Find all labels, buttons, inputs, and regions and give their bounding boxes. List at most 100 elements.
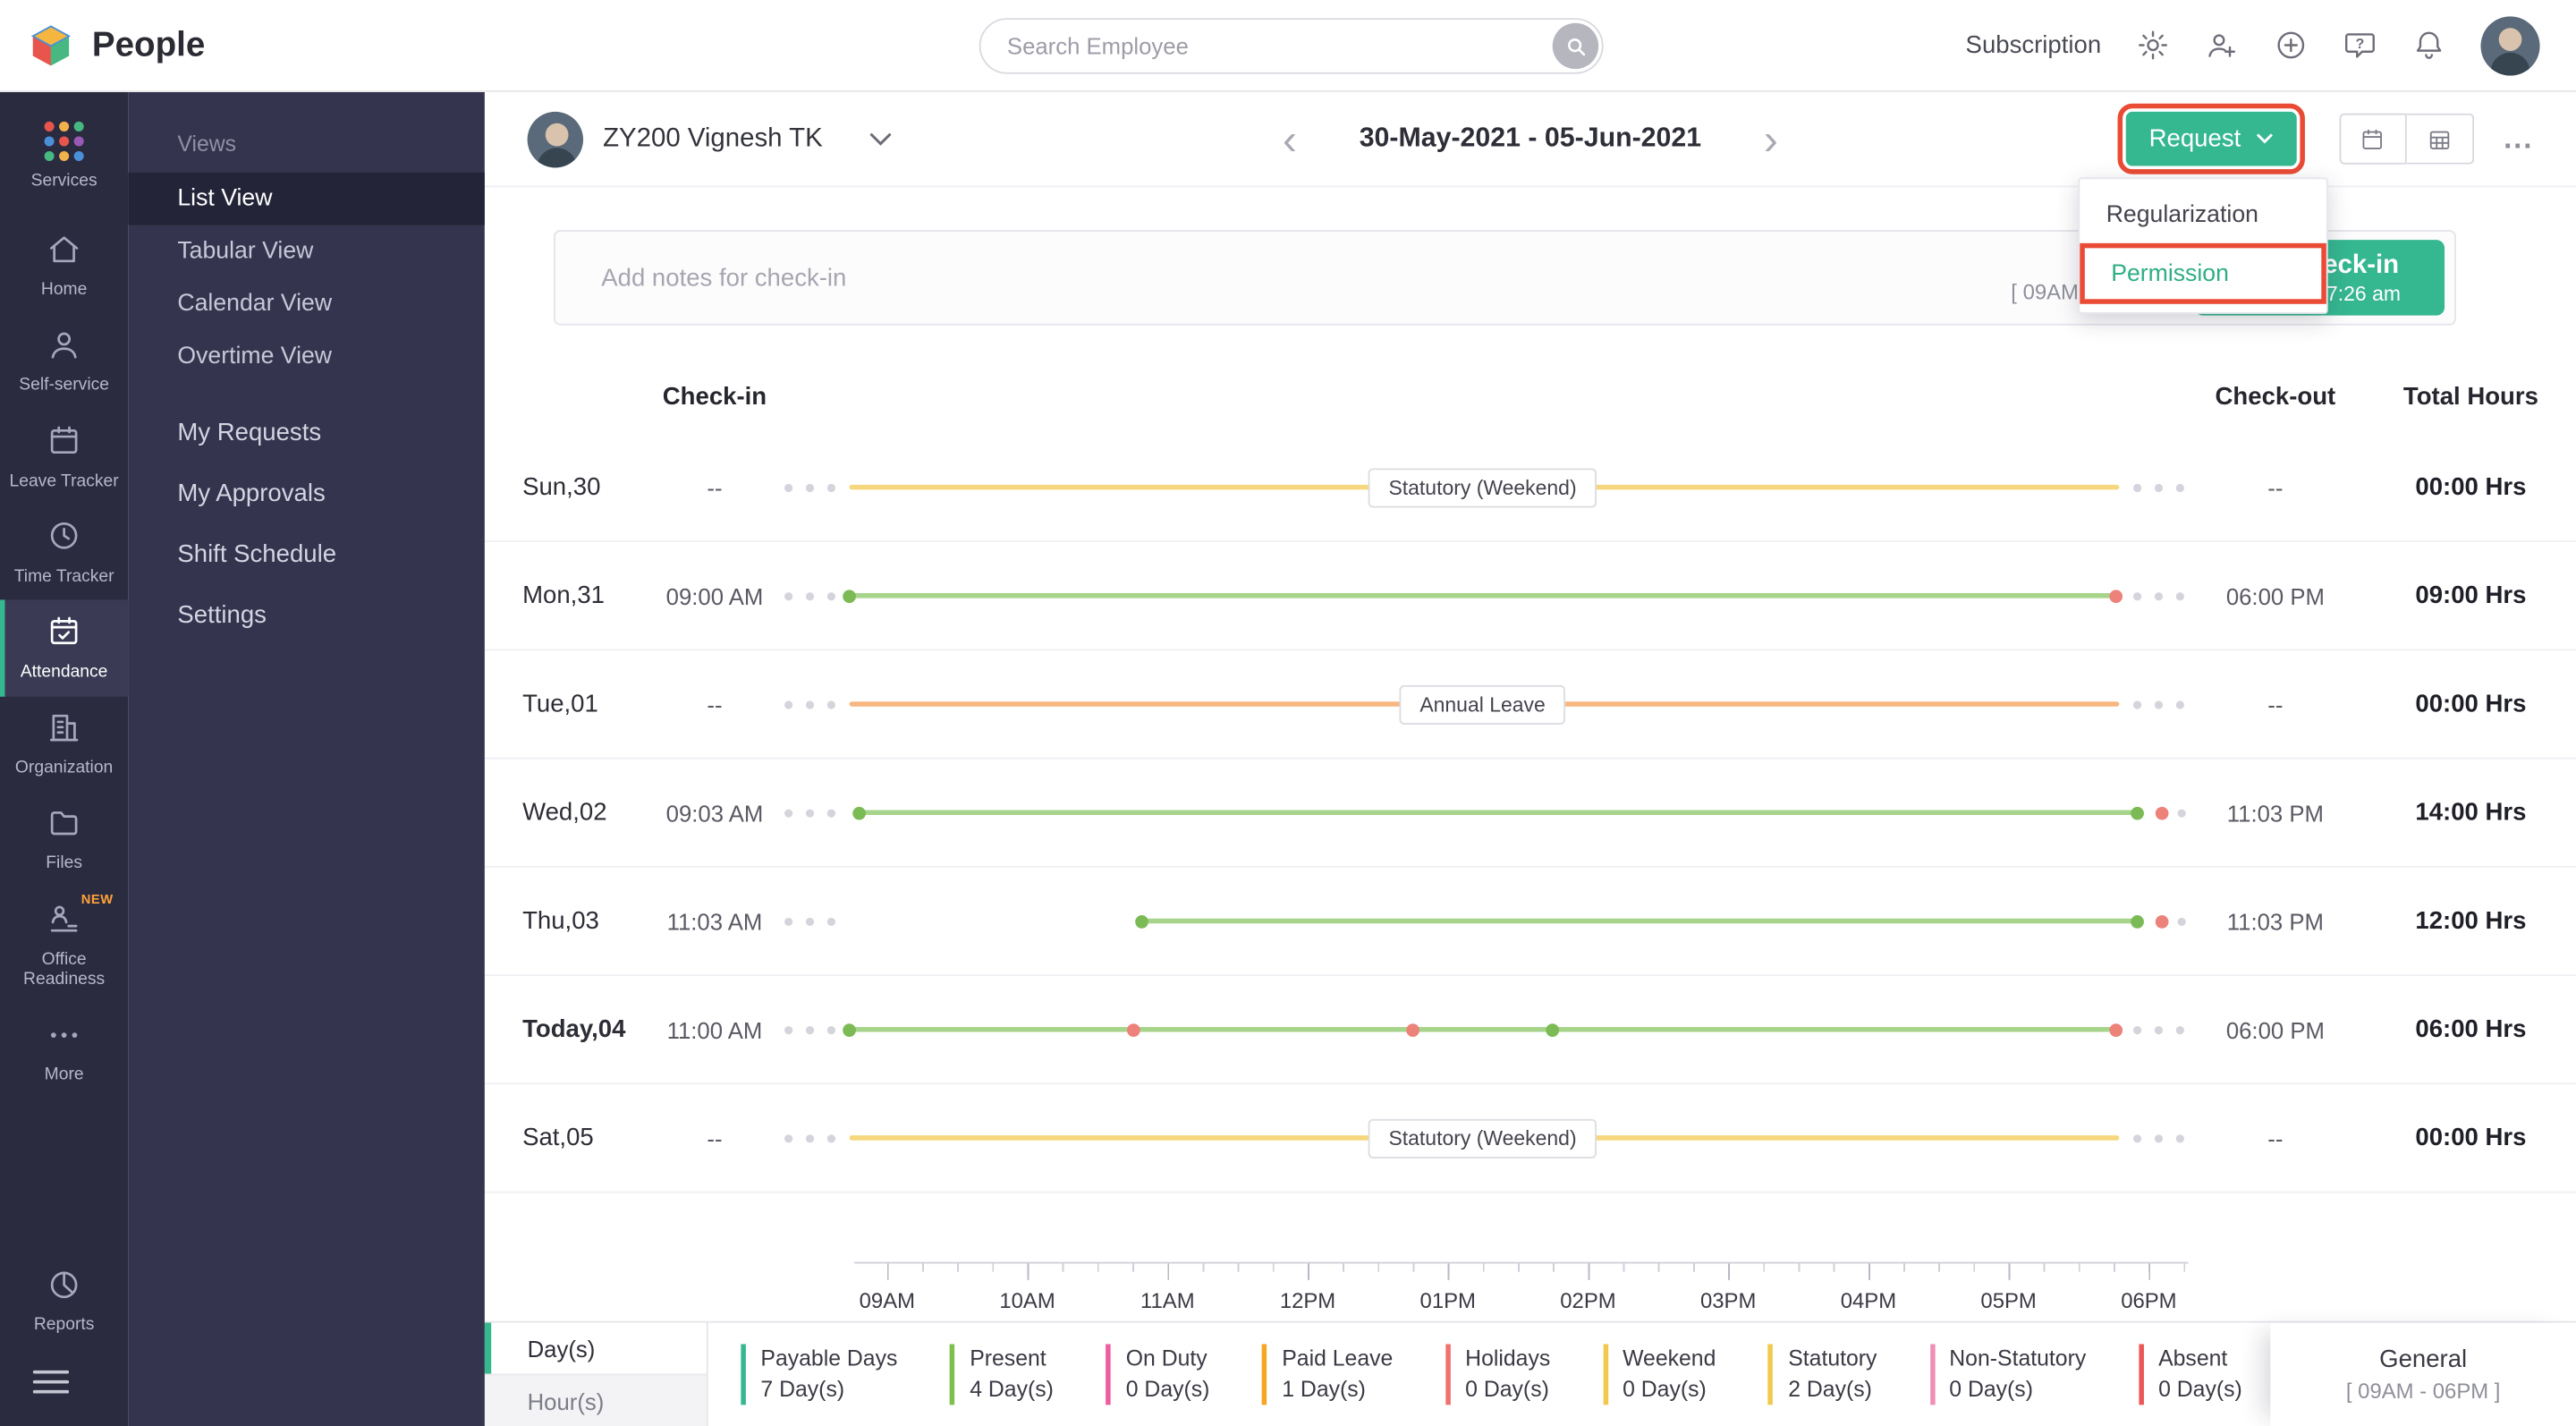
menu-item-my-requests[interactable]: My Requests xyxy=(128,403,485,463)
zoho-logo-icon[interactable] xyxy=(26,21,75,70)
timeline-line xyxy=(850,593,2115,598)
collapse-menu-icon[interactable] xyxy=(0,1349,128,1426)
menu-item-settings[interactable]: Settings xyxy=(128,585,485,646)
stat-value: 0 Day(s) xyxy=(1949,1376,2033,1401)
building-icon xyxy=(46,709,81,751)
sidebar-item-label: Self-service xyxy=(19,375,109,395)
sidebar-item-reports[interactable]: Reports xyxy=(0,1253,128,1349)
view-switch-group xyxy=(2339,113,2475,165)
timeline-marker-dot xyxy=(805,808,814,817)
row-timeline[interactable]: Annual Leave xyxy=(784,650,2185,757)
row-checkin-time: 09:00 AM xyxy=(665,582,764,609)
menu-item-permission[interactable]: Permission xyxy=(2080,242,2326,304)
row-total-hours: 00:00 Hrs xyxy=(2415,690,2527,718)
menu-item-tabular-view[interactable]: Tabular View xyxy=(128,225,485,278)
row-checkin-time: 11:00 AM xyxy=(666,1016,763,1043)
row-total-hours: 00:00 Hrs xyxy=(2415,1124,2527,1152)
sidebar-item-self-service[interactable]: Self-service xyxy=(0,313,128,409)
settings-gear-icon[interactable] xyxy=(2136,28,2171,63)
timeline-marker-dot xyxy=(2175,1025,2184,1034)
services-grid-icon xyxy=(44,118,84,164)
folder-icon xyxy=(46,804,81,846)
timeline-marker-dot xyxy=(784,700,793,709)
stat-label: On Duty xyxy=(1125,1345,1208,1371)
time-axis-ruler xyxy=(854,1261,2189,1280)
request-button[interactable]: Request xyxy=(2117,103,2305,174)
row-timeline[interactable] xyxy=(784,868,2187,974)
stat-absent: Absent 0 Day(s) xyxy=(2139,1344,2242,1405)
sidebar-item-more[interactable]: More xyxy=(0,1004,128,1099)
toolbar-actions: Request ... xyxy=(2117,103,2533,174)
menu-item-regularization[interactable]: Regularization xyxy=(2080,187,2326,243)
sidebar-item-label: Time Tracker xyxy=(13,566,114,587)
employee-name: ZY200 Vignesh TK xyxy=(603,123,823,152)
attendance-row: Sun,30 -- Statutory (Weekend) -- 00:00 H… xyxy=(484,434,2576,543)
stat-value: 0 Day(s) xyxy=(1465,1376,1549,1401)
sidebar-item-leave-tracker[interactable]: Leave Tracker xyxy=(0,409,128,505)
more-options-button[interactable]: ... xyxy=(2504,122,2533,157)
sidebar-item-services[interactable]: Services xyxy=(0,106,128,205)
checkin-notes-input[interactable] xyxy=(555,231,2012,324)
timeline-marker-dot xyxy=(805,482,814,492)
stat-value: 0 Day(s) xyxy=(1623,1376,1707,1401)
menu-item-my-approvals[interactable]: My Approvals xyxy=(128,463,485,524)
timeline-marker-dot xyxy=(784,591,793,600)
tab-days[interactable]: Day(s) xyxy=(484,1322,707,1374)
timeline-marker-dot xyxy=(2154,591,2163,600)
sidebar-item-home[interactable]: Home xyxy=(0,218,128,314)
timeline-marker-dot xyxy=(827,1025,836,1034)
row-timeline[interactable] xyxy=(784,760,2187,866)
notifications-bell-icon[interactable] xyxy=(2411,28,2446,63)
sidebar-item-time-tracker[interactable]: Time Tracker xyxy=(0,505,128,600)
row-checkout-time: 11:03 PM xyxy=(2226,907,2324,935)
row-timeline[interactable] xyxy=(784,542,2185,649)
timeline-marker-dot xyxy=(784,808,793,817)
add-user-icon[interactable] xyxy=(2205,28,2240,63)
grid-calendar-view-button[interactable] xyxy=(2406,113,2475,165)
search-input[interactable] xyxy=(979,18,1604,74)
footer-shift-info: General [ 09AM - 06PM ] xyxy=(2270,1322,2576,1426)
user-avatar[interactable] xyxy=(2480,15,2540,75)
main-content: ZY200 Vignesh TK ‹ 30-May-2021 - 05-Jun-… xyxy=(484,91,2576,1426)
sidebar-item-files[interactable]: Files xyxy=(0,792,128,887)
axis-hour-label: 10AM xyxy=(999,1287,1055,1313)
timeline-label-chip: Annual Leave xyxy=(1400,683,1565,725)
menu-item-calendar-view[interactable]: Calendar View xyxy=(128,277,485,330)
help-icon[interactable]: ? xyxy=(2343,28,2377,63)
timeline-marker-dot xyxy=(827,700,836,709)
menu-item-overtime-view[interactable]: Overtime View xyxy=(128,330,485,383)
timeline-event-dot xyxy=(2154,805,2168,819)
stat-value: 0 Day(s) xyxy=(2158,1376,2242,1401)
sidebar-item-organization[interactable]: Organization xyxy=(0,696,128,792)
stat-label: Present xyxy=(970,1345,1046,1371)
search-icon[interactable] xyxy=(1552,22,1599,70)
prev-week-button[interactable]: ‹ xyxy=(1276,117,1304,160)
stat-label: Holidays xyxy=(1465,1345,1551,1371)
timeline-event-dot xyxy=(843,589,857,603)
views-sidebar: Views List View Tabular View Calendar Vi… xyxy=(128,91,485,1426)
menu-item-list-view[interactable]: List View xyxy=(128,172,485,225)
timeline-line xyxy=(850,1026,2115,1032)
column-header-total-hours: Total Hours xyxy=(2402,382,2538,411)
subscription-link[interactable]: Subscription xyxy=(1966,31,2102,59)
timeline-event-dot xyxy=(2108,589,2123,603)
list-calendar-view-button[interactable] xyxy=(2339,113,2407,165)
timeline-marker-dot xyxy=(784,916,793,926)
row-timeline[interactable] xyxy=(784,976,2185,1082)
attendance-row: Thu,03 11:03 AM 11:03 PM 12:00 Hrs xyxy=(484,868,2576,977)
timeline-marker-dot xyxy=(805,1025,814,1034)
add-plus-icon[interactable] xyxy=(2274,28,2309,63)
menu-item-shift-schedule[interactable]: Shift Schedule xyxy=(128,524,485,585)
axis-hour-label: 03PM xyxy=(1699,1287,1757,1313)
next-week-button[interactable]: › xyxy=(1758,117,1785,160)
pie-chart-icon xyxy=(46,1267,81,1309)
row-timeline[interactable]: Statutory (Weekend) xyxy=(784,1084,2185,1191)
timeline-label-chip: Statutory (Weekend) xyxy=(1368,1117,1597,1158)
sidebar-item-label: Reports xyxy=(33,1315,95,1336)
tab-hours[interactable]: Hour(s) xyxy=(484,1373,707,1426)
stat-label: Payable Days xyxy=(760,1345,898,1371)
employee-selector[interactable]: ZY200 Vignesh TK xyxy=(527,110,892,167)
sidebar-item-attendance[interactable]: Attendance xyxy=(0,600,129,696)
row-timeline[interactable]: Statutory (Weekend) xyxy=(784,434,2185,540)
sidebar-item-office-readiness[interactable]: NEW Office Readiness xyxy=(0,887,128,1004)
